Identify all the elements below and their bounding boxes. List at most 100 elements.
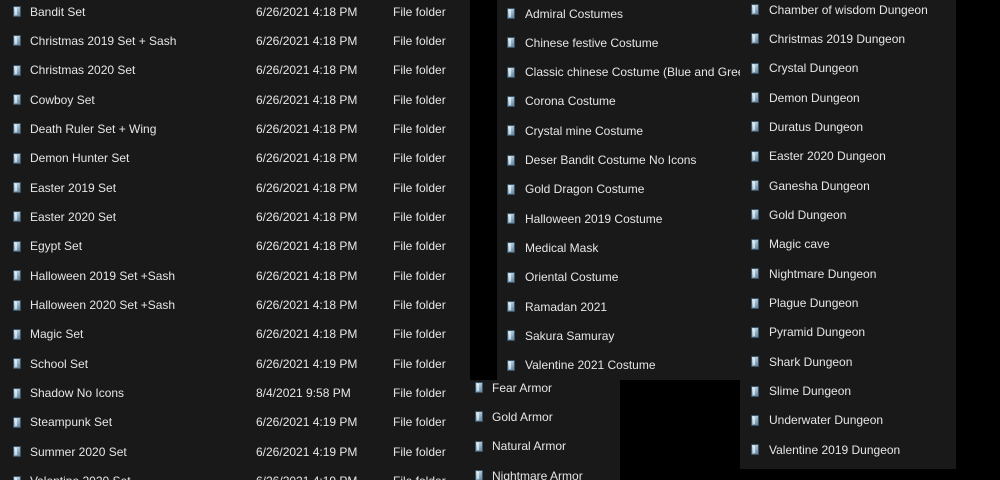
folder-icon: [13, 240, 21, 252]
file-row[interactable]: Halloween 2019 Set +Sash 6/26/2021 4:18 P…: [0, 261, 470, 290]
file-row[interactable]: Cowboy Set 6/26/2021 4:18 PM File folder: [0, 85, 470, 114]
folder-item[interactable]: Nightmare Armor: [470, 461, 620, 480]
file-row[interactable]: Easter 2019 Set 6/26/2021 4:18 PM File fol…: [0, 173, 470, 202]
file-row[interactable]: Easter 2020 Set 6/26/2021 4:18 PM File fol…: [0, 202, 470, 231]
file-row[interactable]: Christmas 2019 Set + Sash 6/26/2021 4:18 …: [0, 26, 470, 55]
date-modified: 6/26/2021 4:18 PM: [256, 33, 358, 48]
folder-item[interactable]: Chinese festive Costume: [497, 28, 740, 57]
file-row[interactable]: Christmas 2020 Set 6/26/2021 4:18 PM File …: [0, 56, 470, 85]
folder-icon: [507, 271, 515, 283]
folder-icon: [13, 328, 21, 340]
folder-name: Pyramid Dungeon: [769, 325, 866, 340]
folder-item[interactable]: Natural Armor: [470, 432, 620, 461]
folder-item[interactable]: Shark Dungeon: [740, 347, 956, 376]
folder-icon: [13, 475, 21, 480]
folder-icon: [475, 440, 483, 452]
folder-icon: [507, 301, 515, 312]
folder-item[interactable]: Medical Mask: [497, 233, 740, 262]
file-name: Christmas 2020 Set: [30, 63, 136, 78]
folder-item[interactable]: Corona Costume: [497, 87, 740, 116]
folder-icon: [751, 62, 759, 74]
folder-icon: [751, 209, 759, 221]
folder-item[interactable]: Plague Dungeon: [740, 289, 956, 318]
folder-name: Shark Dungeon: [769, 354, 853, 369]
folder-item[interactable]: Easter 2020 Dungeon: [740, 142, 956, 171]
date-modified: 6/26/2021 4:18 PM: [256, 180, 358, 195]
folder-icon: [507, 242, 515, 254]
file-type: File folder: [393, 209, 446, 224]
file-name: Christmas 2019 Set + Sash: [30, 33, 177, 48]
folder-icon: [751, 268, 759, 280]
folder-item[interactable]: Demon Dungeon: [740, 83, 956, 112]
folder-icon: [507, 66, 515, 78]
file-name: Bandit Set: [30, 4, 86, 19]
folder-item[interactable]: Gold Armor: [470, 402, 620, 431]
folder-item[interactable]: Crystal mine Costume: [497, 116, 740, 145]
folder-icon: [13, 94, 21, 106]
folder-icon: [751, 180, 759, 192]
folder-item[interactable]: Sakura Samuray: [497, 321, 740, 350]
folder-item[interactable]: Halloween 2019 Costume: [497, 204, 740, 233]
folder-name: Halloween 2019 Costume: [525, 211, 663, 226]
folder-name: Underwater Dungeon: [769, 413, 884, 428]
file-name: Halloween 2019 Set +Sash: [30, 268, 176, 283]
folder-item[interactable]: Slime Dungeon: [740, 377, 956, 406]
folder-item[interactable]: Underwater Dungeon: [740, 406, 956, 435]
folder-icon: [751, 297, 759, 309]
file-type: File folder: [393, 63, 446, 78]
folder-item[interactable]: Valentine 2021 Costume: [497, 351, 740, 380]
file-row[interactable]: Bandit Set 6/26/2021 4:18 PM File folder: [0, 0, 470, 26]
folder-icon: [507, 37, 515, 49]
file-row[interactable]: Steampunk Set 6/26/2021 4:19 PM File folde…: [0, 408, 470, 437]
date-modified: 6/26/2021 4:18 PM: [256, 4, 358, 19]
file-name: Demon Hunter Set: [30, 151, 130, 166]
folder-name: Deser Bandit Costume No Icons: [525, 153, 697, 167]
folder-name: Magic cave: [769, 237, 830, 252]
folder-name: Corona Costume: [525, 94, 616, 109]
folder-icon: [475, 382, 483, 393]
file-name: Shadow No Icons: [30, 386, 125, 401]
folder-item[interactable]: Classic chinese Costume (Blue and Green): [497, 58, 740, 87]
folder-icon: [13, 416, 21, 428]
file-row[interactable]: Magic Set 6/26/2021 4:18 PM File folder: [0, 320, 470, 349]
file-row[interactable]: Halloween 2020 Set +Sash 6/26/2021 4:18 P…: [0, 291, 470, 320]
folder-item[interactable]: Magic cave: [740, 230, 956, 259]
file-row[interactable]: Egypt Set 6/26/2021 4:18 PM File folder: [0, 232, 470, 261]
file-row[interactable]: School Set 6/26/2021 4:19 PM File folder: [0, 349, 470, 378]
folder-item[interactable]: Admiral Costumes: [497, 0, 740, 28]
folder-item[interactable]: Deser Bandit Costume No Icons: [497, 146, 740, 175]
folder-item[interactable]: Duratus Dungeon: [740, 112, 956, 141]
folder-name: Valentine 2019 Dungeon: [769, 442, 901, 457]
details-file-list: Bandit Set 6/26/2021 4:18 PM File folder Ch…: [0, 0, 470, 480]
folder-icon: [13, 299, 21, 311]
folder-name: Ganesha Dungeon: [769, 178, 870, 193]
folder-item[interactable]: Nightmare Dungeon: [740, 259, 956, 288]
file-row[interactable]: Shadow No Icons 8/4/2021 9:58 PM File fold…: [0, 379, 470, 408]
file-type: File folder: [393, 239, 446, 254]
folder-icon: [13, 152, 21, 164]
file-row[interactable]: Death Ruler Set + Wing 6/26/2021 4:18 PM F…: [0, 114, 470, 143]
file-row[interactable]: Summer 2020 Set 6/26/2021 4:19 PM File fol…: [0, 437, 470, 466]
folder-item[interactable]: Gold Dungeon: [740, 200, 956, 229]
file-type: File folder: [393, 474, 446, 480]
folder-item[interactable]: Fear Armor: [470, 380, 620, 402]
folder-icon: [751, 385, 759, 397]
folder-item[interactable]: Gold Dragon Costume: [497, 175, 740, 204]
folder-icon: [507, 8, 515, 19]
folder-name: Valentine 2021 Costume: [525, 358, 656, 373]
folder-name: Natural Armor: [492, 439, 567, 454]
folder-icon: [751, 150, 759, 162]
folder-item[interactable]: Ganesha Dungeon: [740, 171, 956, 200]
folder-item[interactable]: Ramadan 2021: [497, 292, 740, 321]
date-modified: 6/26/2021 4:18 PM: [256, 327, 358, 342]
folder-item[interactable]: Pyramid Dungeon: [740, 318, 956, 347]
file-type: File folder: [393, 444, 446, 459]
folder-item[interactable]: Chamber of wisdom Dungeon: [740, 0, 956, 24]
folder-item[interactable]: Oriental Costume: [497, 263, 740, 292]
folder-item[interactable]: Christmas 2019 Dungeon: [740, 24, 956, 53]
file-row[interactable]: Valentine 2020 Set 6/26/2021 4:19 PM File …: [0, 467, 470, 480]
folder-item[interactable]: Valentine 2019 Dungeon: [740, 435, 956, 464]
folder-icon: [751, 326, 759, 338]
file-row[interactable]: Demon Hunter Set 6/26/2021 4:18 PM File fo…: [0, 144, 470, 173]
folder-item[interactable]: Crystal Dungeon: [740, 54, 956, 83]
